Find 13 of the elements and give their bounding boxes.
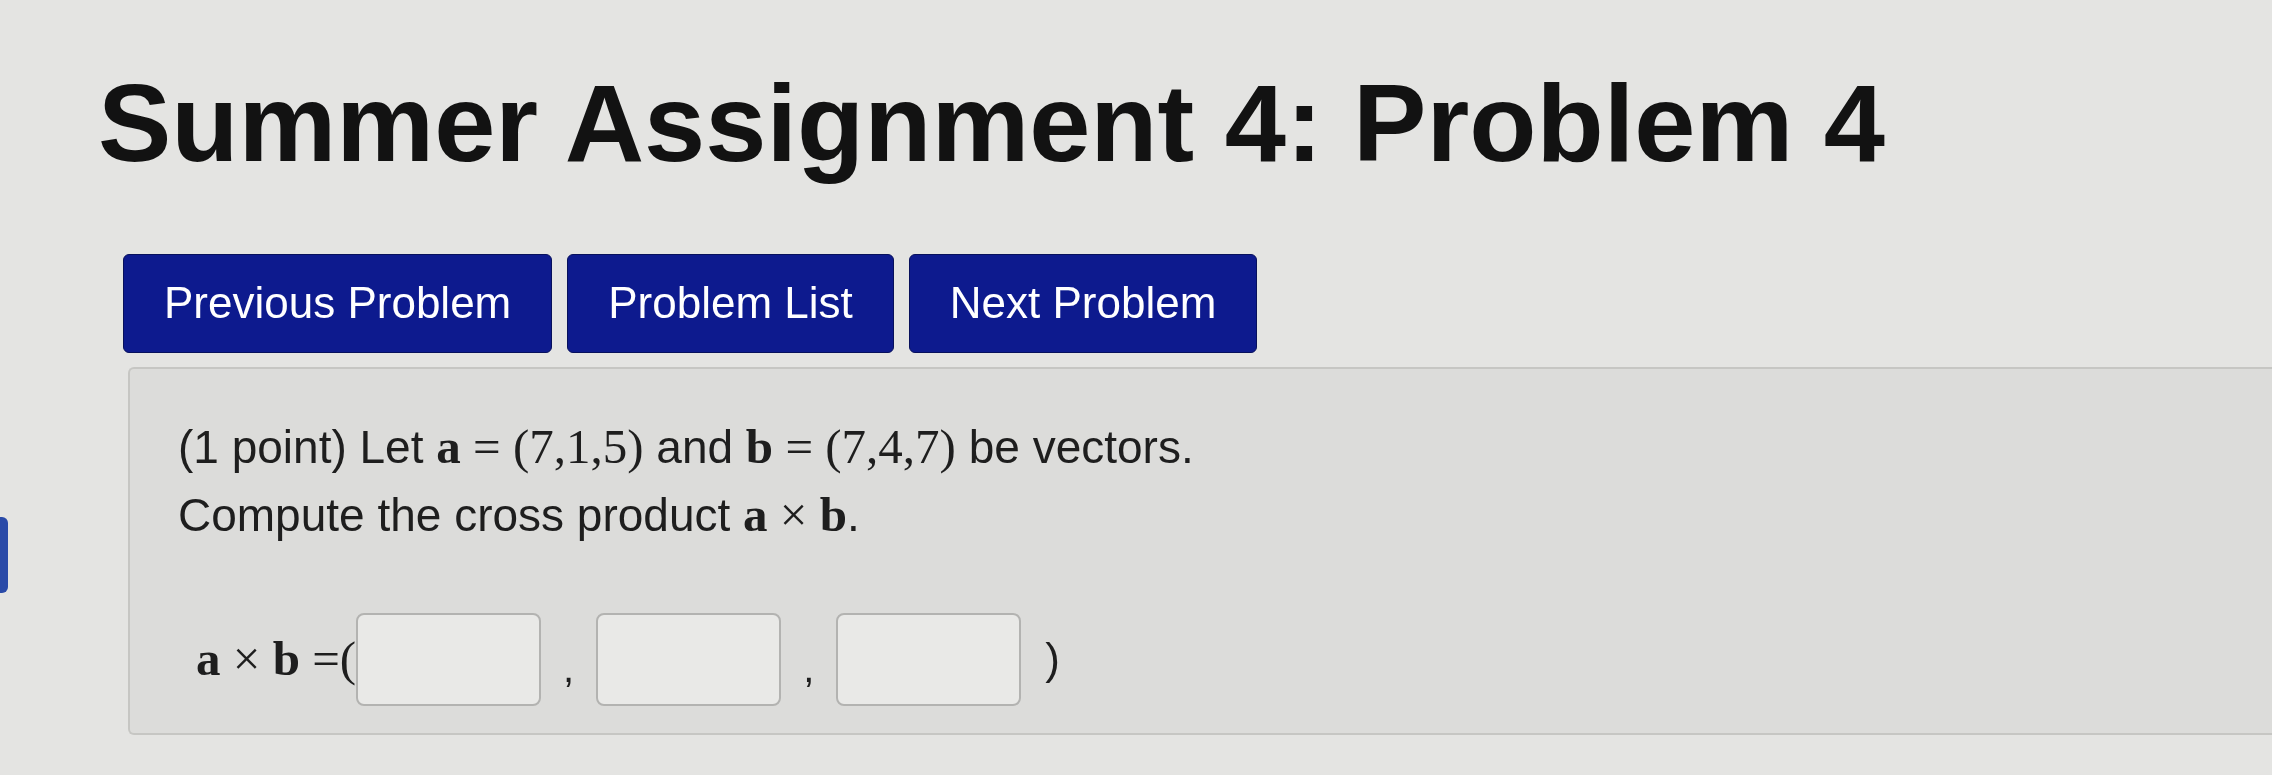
instruction-text: Compute the cross product a × b.: [178, 485, 860, 544]
nav-button[interactable]: Problem List: [567, 254, 894, 353]
comma-separator: ,: [563, 645, 575, 693]
page-title: Summer Assignment 4: Problem 4: [98, 60, 1885, 186]
nav-button[interactable]: Next Problem: [908, 254, 1258, 353]
answer-box[interactable]: [836, 612, 1022, 706]
answer-box[interactable]: [596, 612, 782, 706]
problem-statement: (1 point) Let a = (7,1,5) and b = (7,4,7) be vectors.: [178, 417, 1194, 476]
equation-label: a × b =(: [196, 629, 357, 688]
closing-parenthesis: ): [1045, 632, 1060, 685]
nav-button[interactable]: Previous Problem: [123, 254, 553, 353]
comma-separator: ,: [803, 645, 815, 693]
answer-box[interactable]: [356, 612, 542, 706]
